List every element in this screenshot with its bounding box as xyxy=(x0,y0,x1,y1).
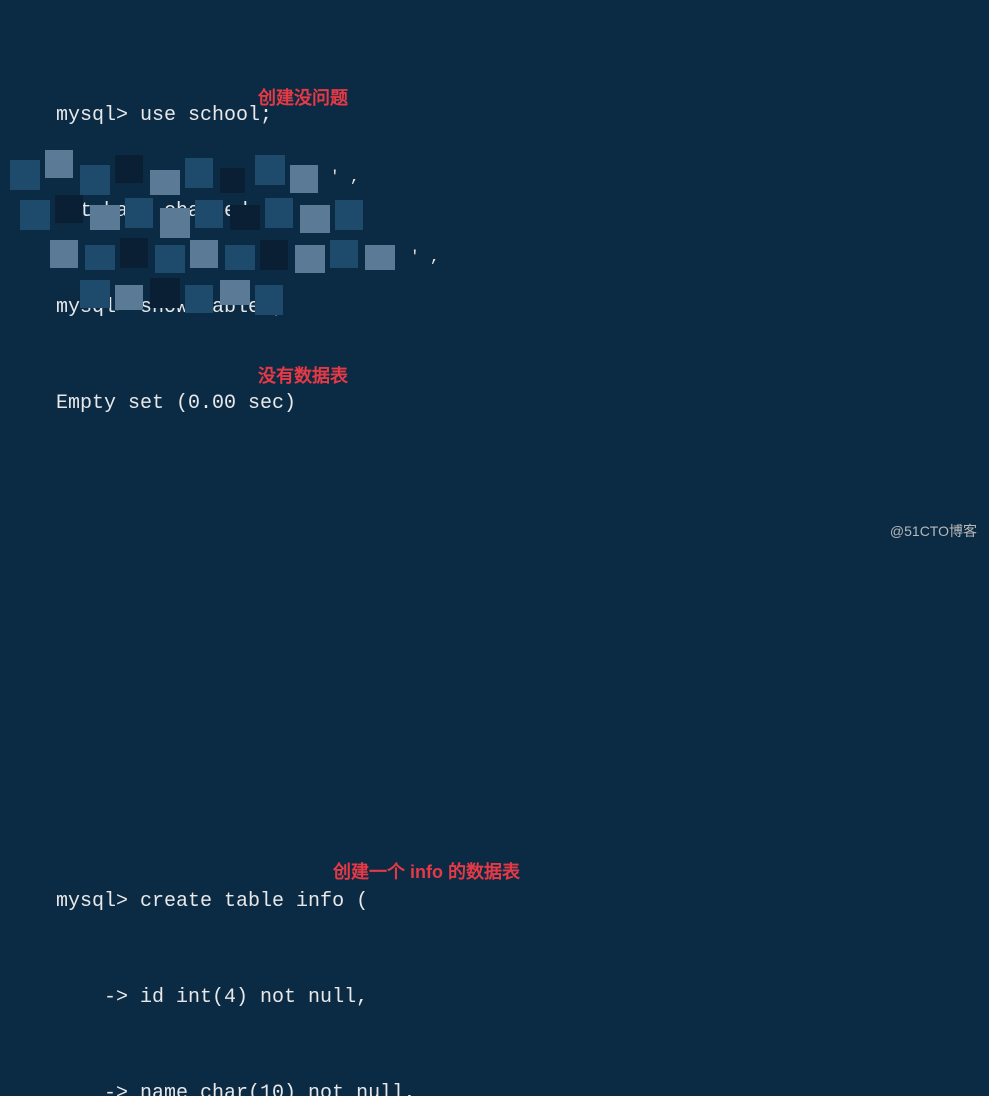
terminal-line: -> name char(10) not null, xyxy=(8,1046,981,1078)
terminal-line: -> id int(4) not null, xyxy=(8,950,981,982)
output-text: Empty set (0.00 sec) xyxy=(56,392,296,415)
annotation-label: 创建没问题 xyxy=(258,82,348,114)
mysql-prompt: mysql> xyxy=(56,104,140,127)
spacer xyxy=(8,548,981,758)
mysql-prompt: mysql> xyxy=(56,890,140,913)
terminal-output: mysql> use school; 创建没问题 Database change… xyxy=(0,0,989,1096)
terminal-line: mysql> create table info ( 创建一个 info 的数据… xyxy=(8,854,981,886)
command-text: name char(10) not null, xyxy=(140,1082,416,1096)
command-text: id int(4) not null, xyxy=(140,986,368,1009)
continuation-prefix: -> xyxy=(56,986,140,1009)
terminal-line: Empty set (0.00 sec) 没有数据表 xyxy=(8,356,981,388)
terminal-line: mysql> use school; 创建没问题 xyxy=(8,68,981,100)
annotation-label: 没有数据表 xyxy=(258,360,348,392)
command-text: use school; xyxy=(140,104,272,127)
annotation-label: 创建一个 info 的数据表 xyxy=(333,856,520,888)
command-text: create table info ( xyxy=(140,890,368,913)
watermark-label: @51CTO博客 xyxy=(890,520,977,542)
redacted-area: ' , ' , xyxy=(10,150,500,320)
continuation-prefix: -> xyxy=(56,1082,140,1096)
